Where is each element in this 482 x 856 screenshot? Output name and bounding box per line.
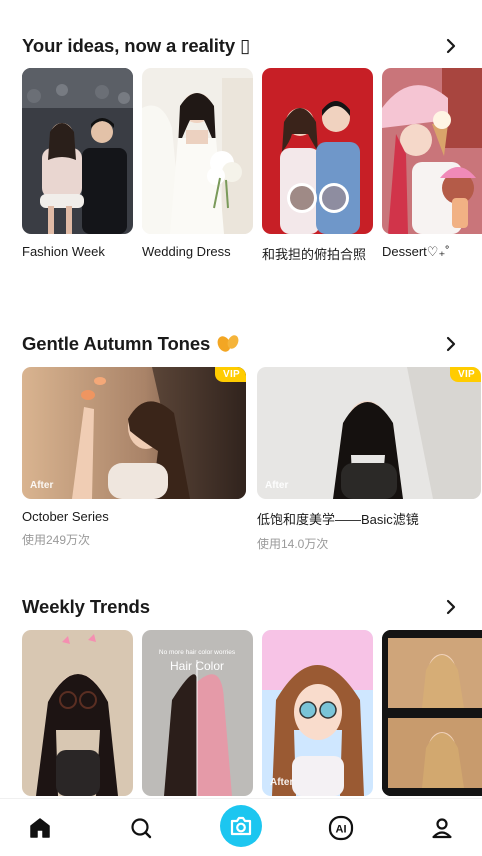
section-header-autumn: Gentle Autumn Tones [22, 332, 462, 356]
autumn-leaf-icon [216, 331, 240, 358]
card-label: Dessert♡₊˚ [382, 244, 450, 259]
chevron-right-icon[interactable] [440, 333, 462, 355]
card-image [142, 68, 253, 234]
card-basic-filter[interactable]: After VIP 低饱和度美学——Basic滤镜 使用14.0万次 [257, 367, 481, 552]
weekly-row: No more hair color worries Hair Color Af… [22, 630, 482, 798]
section-header-weekly: Weekly Trends [22, 595, 462, 619]
bottom-nav: AI [0, 798, 482, 856]
home-icon[interactable] [26, 814, 54, 842]
card-wedding-dress[interactable]: Wedding Dress [142, 68, 253, 259]
card-trend-hair-color[interactable]: No more hair color worries Hair Color [142, 630, 253, 796]
section-title: Your ideas, now a reality ▯ [22, 35, 251, 56]
card-image [262, 68, 373, 234]
ai-icon-label: AI [336, 824, 347, 836]
chevron-right-icon[interactable] [440, 35, 462, 57]
card-trend-glasses[interactable] [22, 630, 133, 796]
after-tag: After [265, 480, 289, 491]
card-label: Fashion Week [22, 244, 105, 259]
ideas-row: Fashion Week Wedding Dress 和我担的俯拍合照 Dess… [22, 68, 482, 268]
card-image: After VIP [22, 367, 246, 499]
card-image: After [262, 630, 373, 796]
card-label: 和我担的俯拍合照 [262, 247, 367, 262]
profile-icon[interactable] [428, 814, 456, 842]
hair-color-title: Hair Color [170, 659, 224, 673]
card-image [22, 68, 133, 234]
section-header-ideas: Your ideas, now a reality ▯ [22, 34, 462, 58]
autumn-row: After VIP October Series 使用249万次 After V… [22, 367, 482, 557]
card-image [382, 630, 482, 796]
section-title-text: Gentle Autumn Tones [22, 333, 211, 354]
card-selfie-photo[interactable]: 和我担的俯拍合照 [262, 68, 373, 263]
vip-badge: VIP [449, 367, 481, 382]
card-image [22, 630, 133, 796]
hair-color-subtitle: No more hair color worries [159, 649, 236, 656]
card-fashion-week[interactable]: Fashion Week [22, 68, 133, 259]
card-label: 低饱和度美学——Basic滤镜 [257, 512, 419, 527]
camera-button[interactable] [220, 805, 262, 847]
camera-icon [230, 816, 252, 836]
card-dessert[interactable]: Dessert♡₊˚ [382, 68, 482, 260]
after-tag: After [270, 777, 294, 788]
card-image: No more hair color worries Hair Color [142, 630, 253, 796]
ai-icon[interactable]: AI [327, 814, 355, 842]
card-trend-cartoon[interactable]: After [262, 630, 373, 796]
search-icon[interactable] [127, 814, 155, 842]
section-title: Weekly Trends [22, 596, 150, 617]
usage-count: 使用14.0万次 [257, 537, 329, 551]
after-tag: After [30, 480, 54, 491]
card-label: Wedding Dress [142, 244, 231, 259]
usage-count: 使用249万次 [22, 533, 91, 547]
vip-badge: VIP [214, 367, 246, 382]
card-image [382, 68, 482, 234]
card-image: After VIP [257, 367, 481, 499]
card-label: October Series [22, 509, 109, 524]
card-october-series[interactable]: After VIP October Series 使用249万次 [22, 367, 246, 548]
section-title: Gentle Autumn Tones [22, 331, 240, 358]
chevron-right-icon[interactable] [440, 596, 462, 618]
card-trend-collage[interactable] [382, 630, 482, 796]
